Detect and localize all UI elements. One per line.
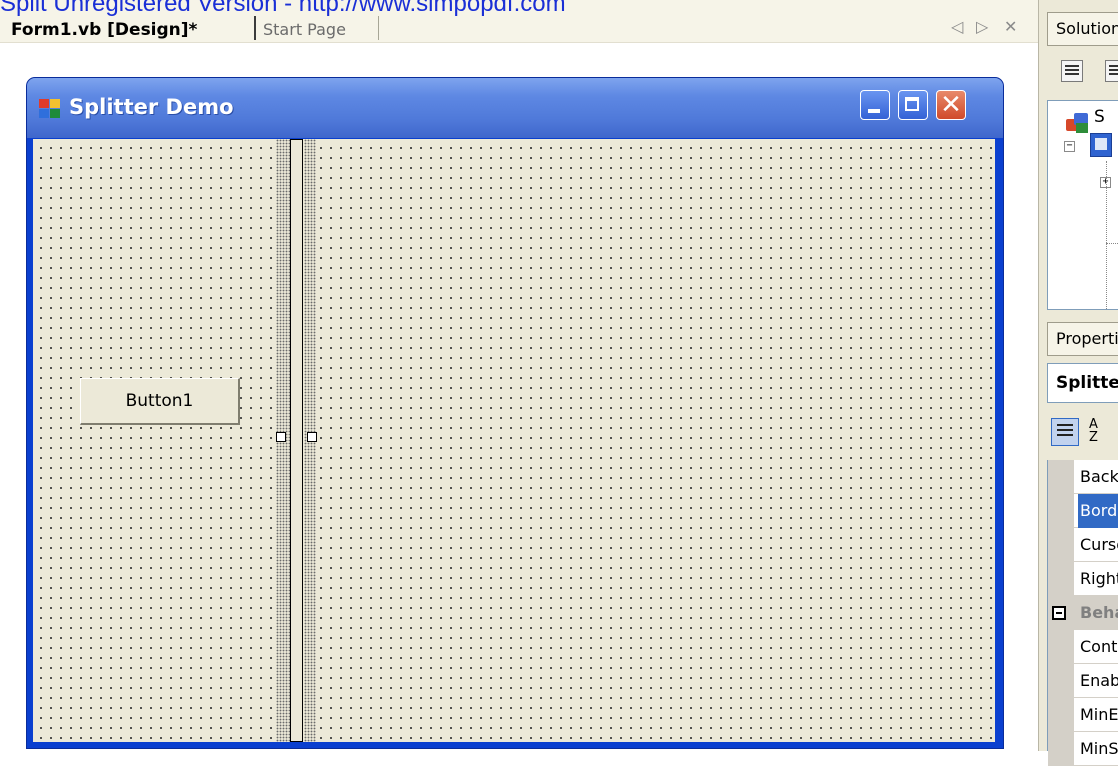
properties-toolbar: AZ — [1047, 410, 1118, 456]
scroll-left-icon[interactable]: ◁ — [951, 15, 963, 39]
categorized-view-icon[interactable] — [1051, 418, 1079, 446]
form-designer-window[interactable]: Splitter Demo ✕ Button1 — [26, 77, 1004, 749]
property-gutter — [1048, 528, 1074, 562]
property-grid[interactable]: BackColor BorderStyle Cursor RightToLeft Beh… — [1047, 460, 1118, 766]
property-row[interactable]: Enabled — [1048, 664, 1118, 698]
maximize-icon — [905, 97, 919, 111]
collapse-project-icon[interactable]: − — [1064, 141, 1075, 152]
close-button[interactable]: ✕ — [936, 90, 966, 120]
property-row[interactable]: Cursor — [1048, 528, 1118, 562]
minimize-button[interactable] — [860, 90, 890, 120]
tab-start-page[interactable]: Start Page — [263, 18, 346, 42]
property-row[interactable]: RightToLeft — [1048, 562, 1118, 596]
property-row[interactable]: BackColor — [1048, 460, 1118, 494]
solution-explorer-toolbar — [1047, 50, 1118, 94]
solution-node-label[interactable]: S — [1094, 107, 1105, 127]
resize-handle-right[interactable] — [307, 432, 317, 442]
property-row[interactable]: MinExtra — [1048, 698, 1118, 732]
properties-header[interactable]: Properties — [1047, 322, 1118, 356]
solution-explorer-header[interactable]: Solution Explorer — [1047, 12, 1118, 46]
property-row[interactable]: MinSize — [1048, 732, 1118, 766]
tree-guide-line — [1106, 243, 1118, 245]
scroll-right-icon[interactable]: ▷ — [976, 15, 988, 39]
tool-windows-column: Solution Explorer S − + Properties Split… — [1038, 0, 1118, 766]
property-row[interactable]: BorderStyle — [1048, 494, 1118, 528]
property-category-row[interactable]: Behavior — [1048, 596, 1118, 630]
properties-view-icon[interactable] — [1061, 60, 1083, 82]
tab-divider — [254, 16, 256, 40]
object-selector-dropdown[interactable]: Splitter1 — [1047, 363, 1118, 403]
project-icon — [1090, 133, 1112, 157]
button1-control[interactable]: Button1 — [80, 378, 240, 425]
property-gutter — [1048, 698, 1074, 732]
property-row[interactable]: ContextMenu — [1048, 630, 1118, 664]
tab-form1-design[interactable]: Form1.vb [Design]* — [8, 18, 201, 42]
solution-icon — [1066, 111, 1090, 135]
property-gutter — [1048, 630, 1074, 664]
resize-handle-left[interactable] — [276, 432, 286, 442]
property-name: RightToLeft — [1080, 569, 1118, 588]
collapse-category-icon[interactable] — [1052, 606, 1066, 620]
splitter-control[interactable] — [290, 139, 303, 742]
close-document-icon[interactable]: ✕ — [1004, 15, 1017, 39]
property-gutter — [1048, 460, 1074, 494]
property-name: Enabled — [1080, 671, 1118, 690]
property-name: MinExtra — [1080, 705, 1118, 724]
property-name: Behavior — [1080, 603, 1118, 622]
form-app-icon — [39, 99, 61, 119]
property-gutter — [1048, 494, 1074, 528]
show-all-files-icon[interactable] — [1105, 60, 1118, 82]
property-name: Cursor — [1080, 535, 1118, 554]
form-title-bar[interactable]: Splitter Demo ✕ — [27, 78, 1003, 138]
property-name: BackColor — [1080, 467, 1118, 486]
solution-tree[interactable]: S − + — [1047, 100, 1118, 310]
form-client-area[interactable]: Button1 — [33, 139, 995, 742]
maximize-button[interactable] — [898, 90, 928, 120]
watermark-text: Split Unregistered Version - http://www.… — [0, 0, 566, 17]
form-title: Splitter Demo — [69, 95, 234, 119]
tree-guide-line — [1106, 161, 1108, 309]
tab-divider — [378, 16, 379, 40]
close-icon: ✕ — [940, 90, 962, 120]
property-gutter — [1048, 562, 1074, 596]
alphabetical-view-icon[interactable]: AZ — [1089, 418, 1098, 444]
property-gutter — [1048, 732, 1074, 766]
property-name: MinSize — [1080, 739, 1118, 758]
minimize-icon — [868, 109, 880, 113]
property-name: BorderStyle — [1078, 494, 1118, 528]
property-name: ContextMenu — [1080, 637, 1118, 656]
property-gutter — [1048, 664, 1074, 698]
